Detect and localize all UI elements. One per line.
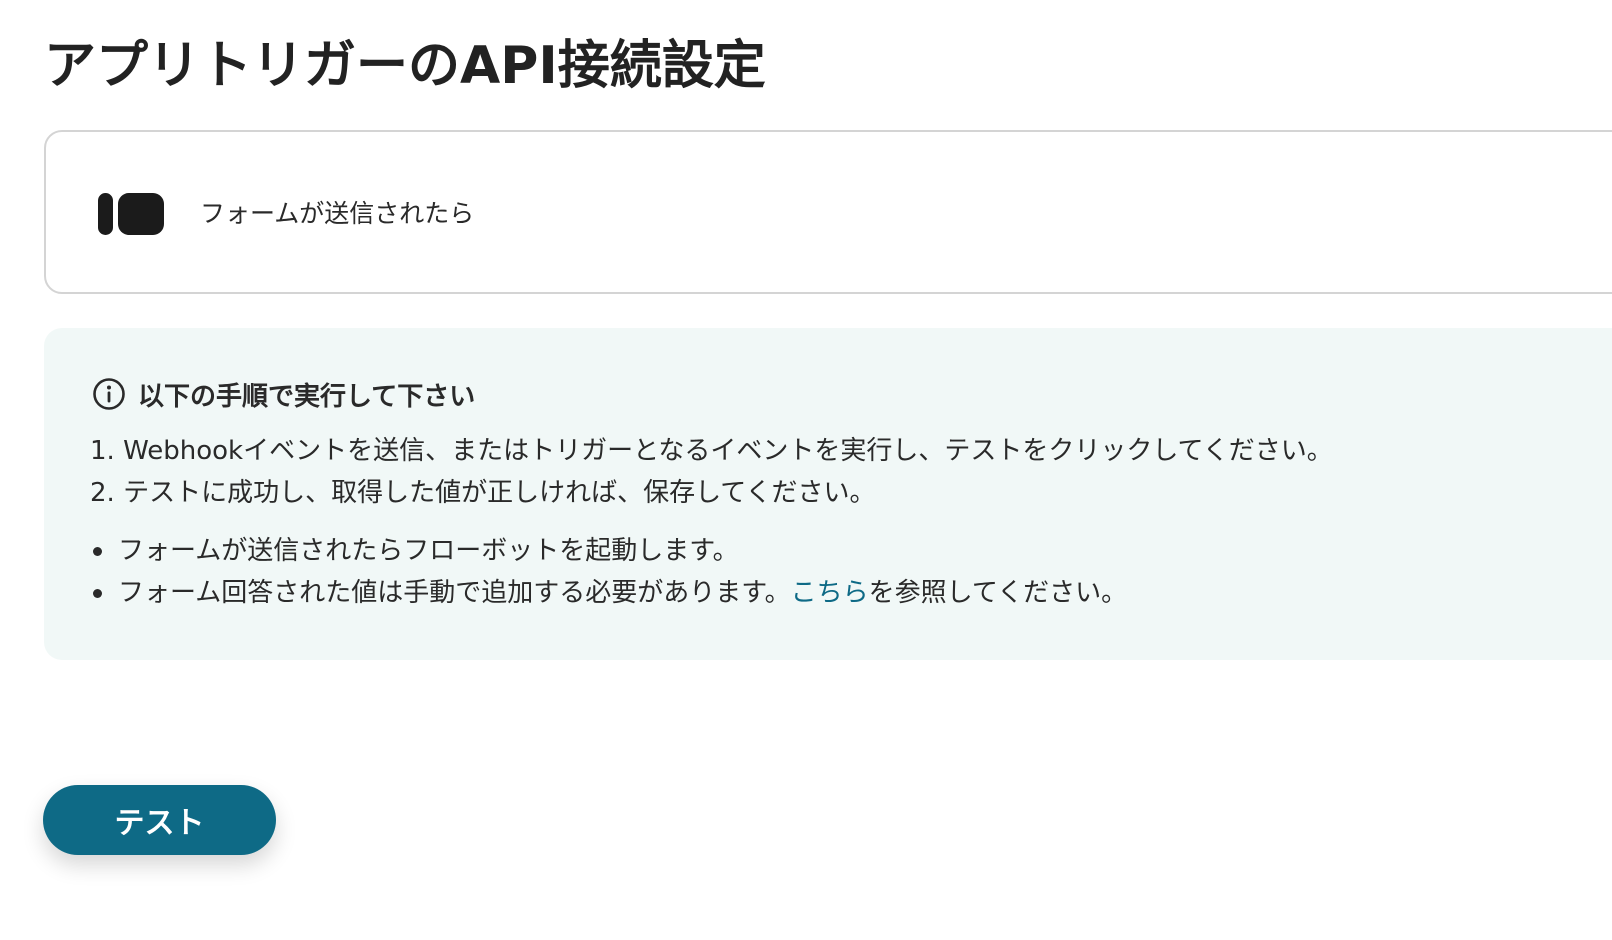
steps-list: 1. Webhookイベントを送信、またはトリガーとなるイベントを実行し、テスト… — [90, 430, 1333, 514]
note-item: フォームが送信されたらフローボットを起動します。 — [90, 530, 1127, 572]
info-icon — [93, 378, 125, 410]
trigger-label: フォームが送信されたら — [200, 199, 475, 228]
trigger-card: フォームが送信されたら — [44, 130, 1612, 294]
step-item: 1. Webhookイベントを送信、またはトリガーとなるイベントを実行し、テスト… — [90, 436, 1333, 466]
instructions-title: 以下の手順で実行して下さい — [138, 381, 476, 412]
app-logo-icon — [98, 193, 164, 235]
reference-link[interactable]: こちら — [791, 578, 869, 608]
bullet-icon — [93, 547, 102, 556]
instructions-panel: 以下の手順で実行して下さい 1. Webhookイベントを送信、またはトリガーと… — [44, 328, 1612, 660]
note-item: フォーム回答された値は手動で追加する必要があります。こちらを参照してください。 — [90, 572, 1127, 614]
instructions-heading: 以下の手順で実行して下さい — [92, 374, 475, 414]
note-text: を参照してください。 — [868, 578, 1128, 608]
notes-list: フォームが送信されたらフローボットを起動します。 フォーム回答された値は手動で追… — [90, 530, 1127, 614]
page-title: アプリトリガーのAPI接続設定 — [44, 36, 766, 96]
note-text: フォームが送信されたらフローボットを起動します。 — [118, 536, 739, 566]
note-text: フォーム回答された値は手動で追加する必要があります。 — [118, 578, 791, 608]
step-item: 2. テストに成功し、取得した値が正しければ、保存してください。 — [90, 478, 876, 508]
test-button[interactable]: テスト — [43, 785, 276, 855]
bullet-icon — [93, 589, 102, 598]
page: アプリトリガーのAPI接続設定 フォームが送信されたら 以下の手順で実行して下さ… — [0, 0, 1612, 940]
